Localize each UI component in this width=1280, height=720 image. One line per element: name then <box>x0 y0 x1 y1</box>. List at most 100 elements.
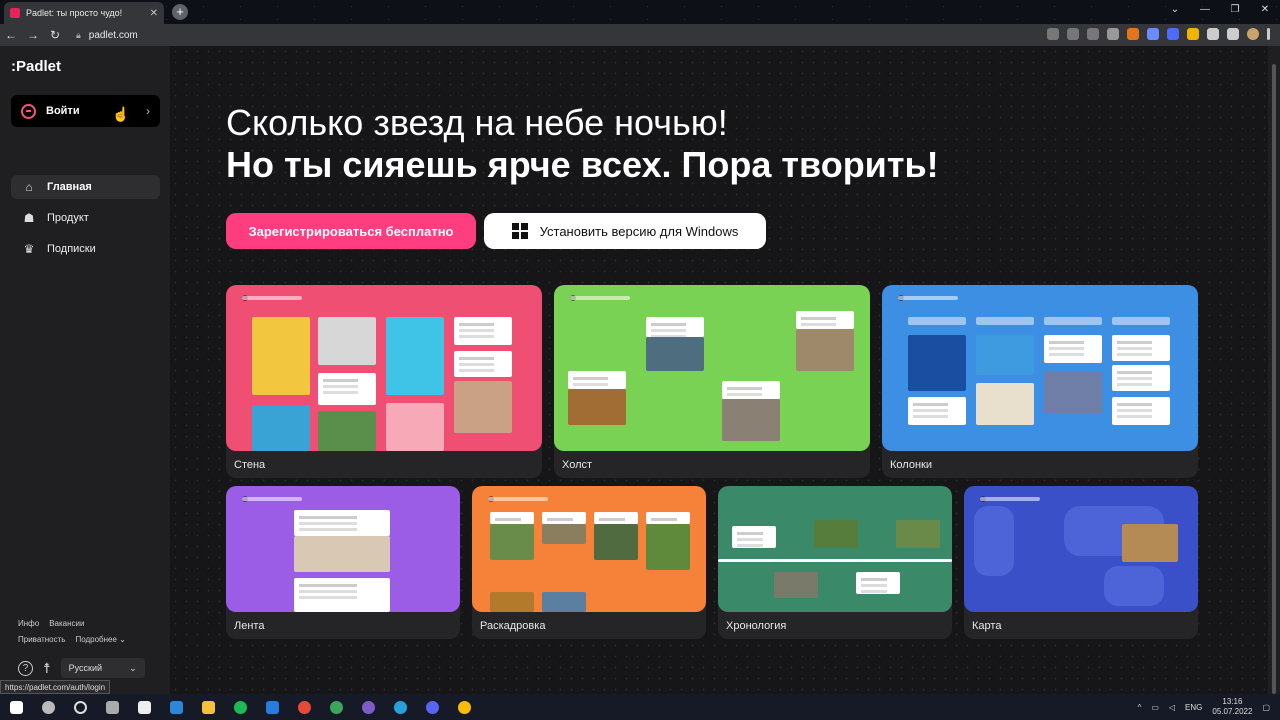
discord-icon[interactable] <box>416 694 448 720</box>
menu-kebab-icon[interactable] <box>1267 28 1270 40</box>
forward-icon[interactable]: → <box>22 28 44 42</box>
login-button[interactable]: Войти › <box>11 95 160 127</box>
chrome-icon[interactable] <box>320 694 352 720</box>
viber-icon[interactable] <box>352 694 384 720</box>
chevron-right-icon: › <box>146 104 150 118</box>
wall-preview <box>226 285 542 451</box>
template-card-timeline[interactable]: Хронология <box>718 486 952 639</box>
tab-search-icon[interactable]: ⌄ <box>1160 0 1190 20</box>
card-caption: Карта <box>972 620 1002 632</box>
install-windows-label: Установить версию для Windows <box>539 223 739 239</box>
template-card-stream[interactable]: Лента <box>226 486 460 639</box>
start-button[interactable] <box>0 694 32 720</box>
mail-icon[interactable] <box>160 694 192 720</box>
sidebar-item-label: Продукт <box>47 212 89 224</box>
sidebar-footer: ? ☨ Русский ⌄ <box>18 658 145 678</box>
notifications-icon[interactable]: ▢ <box>1262 703 1270 712</box>
tab-title: Padlet: ты просто чудо! <box>26 8 123 18</box>
defender-icon[interactable] <box>256 694 288 720</box>
back-icon[interactable]: ← <box>0 28 22 42</box>
card-caption: Раскадровка <box>480 620 546 632</box>
browser-toolbar: ← → ↻ 🔒︎ padlet.com <box>0 24 1280 46</box>
explorer-icon[interactable] <box>192 694 224 720</box>
file-icon[interactable] <box>128 694 160 720</box>
telegram-icon[interactable] <box>384 694 416 720</box>
template-card-storyboard[interactable]: Раскадровка <box>472 486 706 639</box>
template-card-columns[interactable]: Колонки <box>882 285 1198 478</box>
share-icon[interactable] <box>1087 28 1099 40</box>
timeline-preview <box>718 486 952 612</box>
sidebar-item-product[interactable]: ☗ Продукт <box>11 206 160 230</box>
signup-button[interactable]: Зарегистрироваться бесплатно <box>226 213 476 249</box>
address-bar[interactable]: padlet.com <box>89 30 138 41</box>
extension-icon[interactable] <box>1167 28 1179 40</box>
template-card-map[interactable]: Карта <box>964 486 1198 639</box>
puzzle-icon[interactable] <box>1207 28 1219 40</box>
close-window-button[interactable]: ✕ <box>1250 0 1280 20</box>
download-icon[interactable] <box>1047 28 1059 40</box>
windows-taskbar: ^ ▭ ◁ ENG 13:16 05.07.2022 ▢ <box>0 694 1280 720</box>
lock-icon[interactable]: 🔒︎ <box>76 30 81 41</box>
clock[interactable]: 13:16 05.07.2022 <box>1212 697 1252 717</box>
chevron-down-icon: ⌄ <box>129 662 137 673</box>
columns-preview <box>882 285 1198 451</box>
chrome-icon[interactable] <box>448 694 480 720</box>
install-windows-button[interactable]: Установить версию для Windows <box>484 213 766 249</box>
window-controls: ⌄ — ❐ ✕ <box>1160 0 1280 20</box>
sidebar: :Padlet Войти › ⌂ Главная ☗ Продукт ♛ По… <box>0 46 170 694</box>
profile-avatar[interactable] <box>1247 28 1259 40</box>
search-icon[interactable] <box>32 694 64 720</box>
more-link[interactable]: Подробнее ⌄ <box>75 635 125 644</box>
status-url-tooltip: https://padlet.com/auth/login <box>0 680 111 694</box>
language-value: Русский <box>68 663 103 673</box>
sidepanel-icon[interactable] <box>1227 28 1239 40</box>
shield-extension-icon[interactable] <box>1147 28 1159 40</box>
clock-time: 13:16 <box>1222 697 1243 706</box>
padlet-logo[interactable]: :Padlet <box>11 58 61 75</box>
jobs-link[interactable]: Вакансии <box>49 619 84 628</box>
extension-icon[interactable] <box>1187 28 1199 40</box>
task-view-icon[interactable] <box>96 694 128 720</box>
page-scrollbar[interactable] <box>1268 46 1280 694</box>
map-preview <box>964 486 1198 612</box>
new-tab-button[interactable]: + <box>172 4 188 20</box>
translate-icon[interactable] <box>1067 28 1079 40</box>
template-card-canvas[interactable]: Холст <box>554 285 870 478</box>
chrome-icon[interactable] <box>288 694 320 720</box>
card-caption: Хронология <box>726 620 787 632</box>
clock-date: 05.07.2022 <box>1212 707 1253 716</box>
template-card-wall[interactable]: Стена <box>226 285 542 478</box>
help-icon[interactable]: ? <box>18 660 33 676</box>
spotify-icon[interactable] <box>224 694 256 720</box>
bookmark-star-icon[interactable] <box>1107 28 1119 40</box>
info-link[interactable]: Инфо <box>18 619 39 628</box>
tab-close-icon[interactable]: ✕ <box>150 8 158 19</box>
sidebar-item-home[interactable]: ⌂ Главная <box>11 175 160 199</box>
privacy-link[interactable]: Приватность <box>18 635 65 644</box>
cortana-icon[interactable] <box>64 694 96 720</box>
scrollbar-thumb[interactable] <box>1272 64 1276 694</box>
card-caption: Стена <box>234 459 266 471</box>
language-select[interactable]: Русский ⌄ <box>60 658 145 678</box>
card-caption: Холст <box>562 459 593 471</box>
hero-title-line1: Сколько звезд на небе ночью! <box>226 102 728 143</box>
browser-tabstrip: Padlet: ты просто чудо! ✕ + ⌄ — ❐ ✕ <box>0 0 1280 24</box>
browser-tab-active[interactable]: Padlet: ты просто чудо! ✕ <box>4 2 164 24</box>
network-icon[interactable]: ▭ <box>1151 703 1159 712</box>
tray-chevron-icon[interactable]: ^ <box>1138 703 1142 712</box>
hero-title-line2: Но ты сияешь ярче всех. Пора творить! <box>226 144 939 185</box>
storyboard-preview <box>472 486 706 612</box>
sidebar-item-subscriptions[interactable]: ♛ Подписки <box>11 237 160 261</box>
extension-icons <box>1047 28 1270 40</box>
crown-icon: ♛ <box>23 242 35 256</box>
maximize-button[interactable]: ❐ <box>1220 0 1250 20</box>
sidebar-item-label: Главная <box>47 181 92 193</box>
reload-icon[interactable]: ↻ <box>44 28 66 42</box>
language-indicator[interactable]: ENG <box>1185 703 1202 712</box>
minimize-button[interactable]: — <box>1190 0 1220 20</box>
accessibility-icon[interactable]: ☨ <box>43 660 51 677</box>
metamask-icon[interactable] <box>1127 28 1139 40</box>
volume-icon[interactable]: ◁ <box>1169 703 1175 712</box>
mouse-cursor-icon: ☝ <box>112 106 130 122</box>
footer-links-row2: Приватность Подробнее ⌄ <box>18 635 126 644</box>
